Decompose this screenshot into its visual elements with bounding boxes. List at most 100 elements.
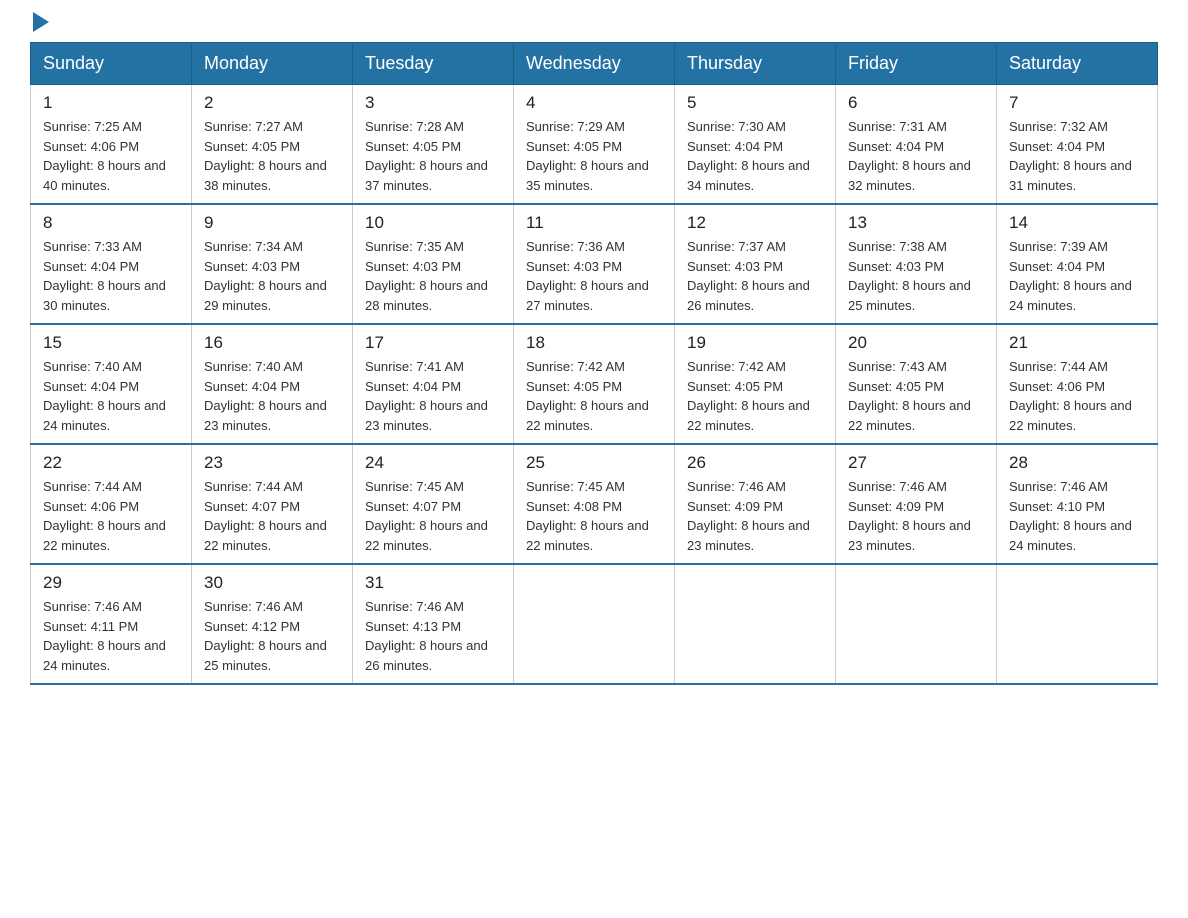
header-friday: Friday <box>836 43 997 85</box>
day-number: 15 <box>43 333 179 353</box>
calendar-table: Sunday Monday Tuesday Wednesday Thursday… <box>30 42 1158 685</box>
day-info: Sunrise: 7:44 AMSunset: 4:06 PMDaylight:… <box>43 479 166 553</box>
day-number: 20 <box>848 333 984 353</box>
calendar-week-row: 1 Sunrise: 7:25 AMSunset: 4:06 PMDayligh… <box>31 85 1158 205</box>
calendar-cell: 1 Sunrise: 7:25 AMSunset: 4:06 PMDayligh… <box>31 85 192 205</box>
calendar-cell <box>514 564 675 684</box>
day-info: Sunrise: 7:40 AMSunset: 4:04 PMDaylight:… <box>204 359 327 433</box>
day-number: 8 <box>43 213 179 233</box>
calendar-week-row: 8 Sunrise: 7:33 AMSunset: 4:04 PMDayligh… <box>31 204 1158 324</box>
header-sunday: Sunday <box>31 43 192 85</box>
day-number: 26 <box>687 453 823 473</box>
day-number: 5 <box>687 93 823 113</box>
calendar-cell: 14 Sunrise: 7:39 AMSunset: 4:04 PMDaylig… <box>997 204 1158 324</box>
calendar-cell: 17 Sunrise: 7:41 AMSunset: 4:04 PMDaylig… <box>353 324 514 444</box>
day-number: 2 <box>204 93 340 113</box>
header-monday: Monday <box>192 43 353 85</box>
day-number: 30 <box>204 573 340 593</box>
day-info: Sunrise: 7:46 AMSunset: 4:10 PMDaylight:… <box>1009 479 1132 553</box>
calendar-cell: 29 Sunrise: 7:46 AMSunset: 4:11 PMDaylig… <box>31 564 192 684</box>
day-info: Sunrise: 7:46 AMSunset: 4:13 PMDaylight:… <box>365 599 488 673</box>
day-number: 29 <box>43 573 179 593</box>
calendar-cell: 9 Sunrise: 7:34 AMSunset: 4:03 PMDayligh… <box>192 204 353 324</box>
calendar-cell: 11 Sunrise: 7:36 AMSunset: 4:03 PMDaylig… <box>514 204 675 324</box>
day-info: Sunrise: 7:29 AMSunset: 4:05 PMDaylight:… <box>526 119 649 193</box>
day-number: 3 <box>365 93 501 113</box>
calendar-cell: 30 Sunrise: 7:46 AMSunset: 4:12 PMDaylig… <box>192 564 353 684</box>
day-number: 12 <box>687 213 823 233</box>
day-number: 19 <box>687 333 823 353</box>
day-number: 28 <box>1009 453 1145 473</box>
calendar-cell <box>836 564 997 684</box>
calendar-cell: 2 Sunrise: 7:27 AMSunset: 4:05 PMDayligh… <box>192 85 353 205</box>
logo-arrow-icon <box>33 12 49 32</box>
day-info: Sunrise: 7:46 AMSunset: 4:11 PMDaylight:… <box>43 599 166 673</box>
day-info: Sunrise: 7:27 AMSunset: 4:05 PMDaylight:… <box>204 119 327 193</box>
header-saturday: Saturday <box>997 43 1158 85</box>
day-number: 17 <box>365 333 501 353</box>
day-info: Sunrise: 7:35 AMSunset: 4:03 PMDaylight:… <box>365 239 488 313</box>
day-number: 7 <box>1009 93 1145 113</box>
calendar-cell: 8 Sunrise: 7:33 AMSunset: 4:04 PMDayligh… <box>31 204 192 324</box>
calendar-cell: 19 Sunrise: 7:42 AMSunset: 4:05 PMDaylig… <box>675 324 836 444</box>
day-info: Sunrise: 7:28 AMSunset: 4:05 PMDaylight:… <box>365 119 488 193</box>
calendar-cell: 6 Sunrise: 7:31 AMSunset: 4:04 PMDayligh… <box>836 85 997 205</box>
day-number: 9 <box>204 213 340 233</box>
calendar-cell: 25 Sunrise: 7:45 AMSunset: 4:08 PMDaylig… <box>514 444 675 564</box>
day-info: Sunrise: 7:31 AMSunset: 4:04 PMDaylight:… <box>848 119 971 193</box>
calendar-cell: 27 Sunrise: 7:46 AMSunset: 4:09 PMDaylig… <box>836 444 997 564</box>
day-info: Sunrise: 7:41 AMSunset: 4:04 PMDaylight:… <box>365 359 488 433</box>
calendar-cell: 3 Sunrise: 7:28 AMSunset: 4:05 PMDayligh… <box>353 85 514 205</box>
day-number: 27 <box>848 453 984 473</box>
day-info: Sunrise: 7:42 AMSunset: 4:05 PMDaylight:… <box>687 359 810 433</box>
day-number: 13 <box>848 213 984 233</box>
day-number: 23 <box>204 453 340 473</box>
day-info: Sunrise: 7:43 AMSunset: 4:05 PMDaylight:… <box>848 359 971 433</box>
calendar-cell: 31 Sunrise: 7:46 AMSunset: 4:13 PMDaylig… <box>353 564 514 684</box>
calendar-cell: 7 Sunrise: 7:32 AMSunset: 4:04 PMDayligh… <box>997 85 1158 205</box>
day-number: 10 <box>365 213 501 233</box>
day-info: Sunrise: 7:36 AMSunset: 4:03 PMDaylight:… <box>526 239 649 313</box>
day-number: 16 <box>204 333 340 353</box>
calendar-cell: 13 Sunrise: 7:38 AMSunset: 4:03 PMDaylig… <box>836 204 997 324</box>
day-info: Sunrise: 7:46 AMSunset: 4:09 PMDaylight:… <box>848 479 971 553</box>
day-info: Sunrise: 7:38 AMSunset: 4:03 PMDaylight:… <box>848 239 971 313</box>
day-number: 14 <box>1009 213 1145 233</box>
day-info: Sunrise: 7:44 AMSunset: 4:06 PMDaylight:… <box>1009 359 1132 433</box>
calendar-cell: 15 Sunrise: 7:40 AMSunset: 4:04 PMDaylig… <box>31 324 192 444</box>
calendar-cell: 10 Sunrise: 7:35 AMSunset: 4:03 PMDaylig… <box>353 204 514 324</box>
day-info: Sunrise: 7:46 AMSunset: 4:09 PMDaylight:… <box>687 479 810 553</box>
day-info: Sunrise: 7:42 AMSunset: 4:05 PMDaylight:… <box>526 359 649 433</box>
calendar-cell <box>675 564 836 684</box>
header-wednesday: Wednesday <box>514 43 675 85</box>
day-info: Sunrise: 7:40 AMSunset: 4:04 PMDaylight:… <box>43 359 166 433</box>
day-info: Sunrise: 7:39 AMSunset: 4:04 PMDaylight:… <box>1009 239 1132 313</box>
calendar-cell <box>997 564 1158 684</box>
day-number: 1 <box>43 93 179 113</box>
calendar-week-row: 15 Sunrise: 7:40 AMSunset: 4:04 PMDaylig… <box>31 324 1158 444</box>
calendar-week-row: 22 Sunrise: 7:44 AMSunset: 4:06 PMDaylig… <box>31 444 1158 564</box>
calendar-cell: 21 Sunrise: 7:44 AMSunset: 4:06 PMDaylig… <box>997 324 1158 444</box>
calendar-cell: 24 Sunrise: 7:45 AMSunset: 4:07 PMDaylig… <box>353 444 514 564</box>
page-header <box>30 20 1158 32</box>
calendar-cell: 22 Sunrise: 7:44 AMSunset: 4:06 PMDaylig… <box>31 444 192 564</box>
day-info: Sunrise: 7:33 AMSunset: 4:04 PMDaylight:… <box>43 239 166 313</box>
day-info: Sunrise: 7:45 AMSunset: 4:08 PMDaylight:… <box>526 479 649 553</box>
day-info: Sunrise: 7:44 AMSunset: 4:07 PMDaylight:… <box>204 479 327 553</box>
day-info: Sunrise: 7:25 AMSunset: 4:06 PMDaylight:… <box>43 119 166 193</box>
calendar-cell: 18 Sunrise: 7:42 AMSunset: 4:05 PMDaylig… <box>514 324 675 444</box>
day-info: Sunrise: 7:30 AMSunset: 4:04 PMDaylight:… <box>687 119 810 193</box>
day-number: 22 <box>43 453 179 473</box>
day-number: 11 <box>526 213 662 233</box>
weekday-header-row: Sunday Monday Tuesday Wednesday Thursday… <box>31 43 1158 85</box>
day-number: 25 <box>526 453 662 473</box>
calendar-cell: 28 Sunrise: 7:46 AMSunset: 4:10 PMDaylig… <box>997 444 1158 564</box>
day-number: 31 <box>365 573 501 593</box>
day-number: 18 <box>526 333 662 353</box>
day-number: 6 <box>848 93 984 113</box>
day-number: 21 <box>1009 333 1145 353</box>
day-info: Sunrise: 7:45 AMSunset: 4:07 PMDaylight:… <box>365 479 488 553</box>
calendar-week-row: 29 Sunrise: 7:46 AMSunset: 4:11 PMDaylig… <box>31 564 1158 684</box>
calendar-cell: 12 Sunrise: 7:37 AMSunset: 4:03 PMDaylig… <box>675 204 836 324</box>
day-info: Sunrise: 7:32 AMSunset: 4:04 PMDaylight:… <box>1009 119 1132 193</box>
